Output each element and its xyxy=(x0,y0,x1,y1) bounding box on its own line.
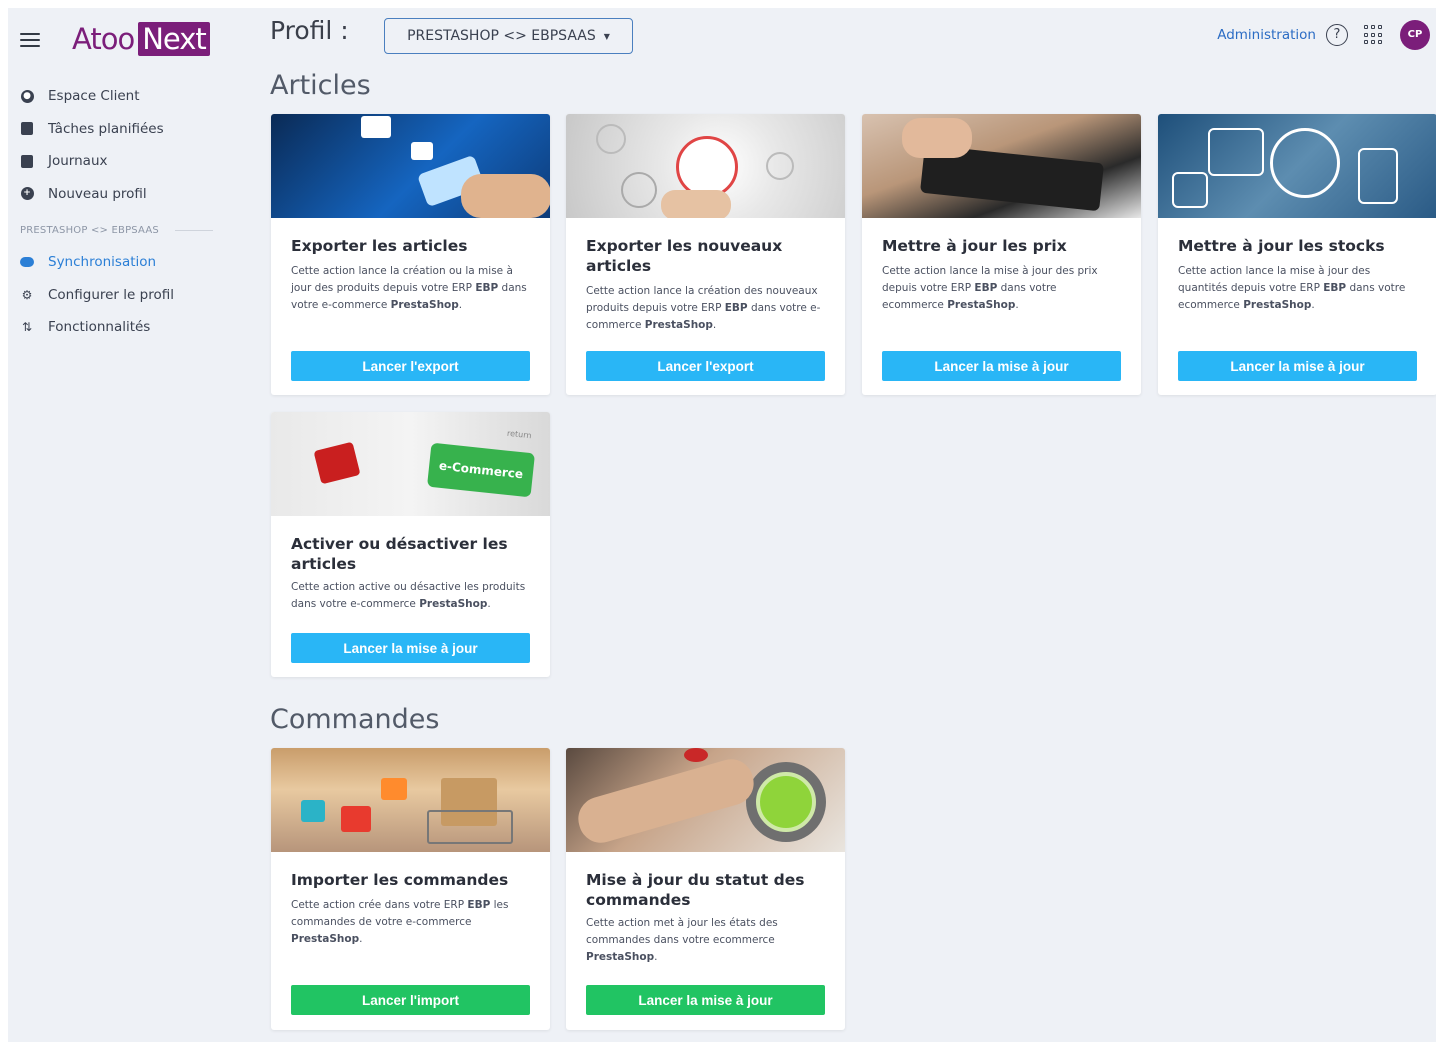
card-import-orders: Importer les commandes Cette action crée… xyxy=(271,748,550,1030)
caret-down-icon: ▼ xyxy=(603,31,610,41)
sort-arrows-icon: ⇅ xyxy=(21,320,33,335)
section-title-commandes: Commandes xyxy=(270,704,440,735)
sidebar-item-label: Fonctionnalités xyxy=(48,319,151,336)
card-export-articles: Exporter les articles Cette action lance… xyxy=(271,114,550,395)
sidebar-nav: ● Espace Client Tâches planifiées Journa… xyxy=(20,80,240,344)
sync-hexagon-illustration xyxy=(1158,114,1436,218)
sidebar-item-label: Synchronisation xyxy=(48,254,157,271)
card-description: Cette action met à jour les états des co… xyxy=(586,917,778,963)
return-key-label: return xyxy=(506,428,532,441)
atoo-next-logo[interactable]: Atoo Next xyxy=(72,22,210,56)
sidebar-item-label: Espace Client xyxy=(48,88,140,105)
sidebar-item-nouveau-profil[interactable]: + Nouveau profil xyxy=(20,178,240,211)
sidebar-item-espace-client[interactable]: ● Espace Client xyxy=(20,80,240,113)
sidebar-section-header: PRESTASHOP <> EBPSAAS xyxy=(20,216,240,244)
user-circle-icon: ● xyxy=(20,89,34,103)
launch-update-button[interactable]: Lancer la mise à jour xyxy=(586,985,825,1015)
launch-update-button[interactable]: Lancer la mise à jour xyxy=(882,351,1121,381)
ecommerce-key: e-Commerce xyxy=(426,442,536,498)
card-description: Cette action lance la mise à jour des pr… xyxy=(882,265,1098,311)
card-update-prices: Mettre à jour les prix Cette action lanc… xyxy=(862,114,1141,395)
card-title: Exporter les articles xyxy=(291,237,468,255)
calculator-illustration xyxy=(862,114,1141,218)
card-title: Mettre à jour les prix xyxy=(882,237,1067,255)
launch-update-button[interactable]: Lancer la mise à jour xyxy=(1178,351,1417,381)
sidebar-item-synchronisation[interactable]: Synchronisation xyxy=(20,246,240,279)
profile-select-value: PRESTASHOP <> EBPSAAS xyxy=(407,28,596,44)
sidebar-item-configurer-profil[interactable]: ⚙ Configurer le profil xyxy=(20,279,240,312)
profile-select[interactable]: PRESTASHOP <> EBPSAAS ▼ xyxy=(384,18,633,54)
ecommerce-keyboard-illustration: e-Commerce return xyxy=(271,412,550,516)
sidebar-item-fonctionnalites[interactable]: ⇅ Fonctionnalités xyxy=(20,311,240,344)
sidebar: Atoo Next ● Espace Client Tâches planifi… xyxy=(8,8,248,1042)
card-title: Mise à jour du statut des commandes xyxy=(586,871,805,909)
avatar[interactable]: CP xyxy=(1400,20,1430,50)
card-title: Activer ou désactiver les articles xyxy=(291,535,508,573)
logo-text-atoo: Atoo xyxy=(72,22,135,56)
top-right-toolbar: Administration ? CP xyxy=(1217,20,1430,50)
brand-bar: Atoo Next xyxy=(20,22,210,56)
shopping-cart-network-illustration xyxy=(566,114,845,218)
menu-icon[interactable] xyxy=(20,31,42,47)
card-update-order-status: Mise à jour du statut des commandes Cett… xyxy=(566,748,845,1030)
calendar-check-icon xyxy=(20,122,34,136)
cloud-icon xyxy=(20,255,34,269)
file-log-icon xyxy=(20,154,34,168)
plus-circle-icon: + xyxy=(20,187,34,201)
logo-text-next: Next xyxy=(138,22,210,56)
shopping-phone-illustration xyxy=(271,114,550,218)
shopping-cart-boxes-illustration xyxy=(271,748,550,852)
launch-import-button[interactable]: Lancer l'import xyxy=(291,985,530,1015)
profil-label: Profil : xyxy=(270,16,349,45)
card-description: Cette action active ou désactive les pro… xyxy=(291,581,526,610)
sidebar-item-taches-planifiees[interactable]: Tâches planifiées xyxy=(20,113,240,146)
sidebar-item-label: Journaux xyxy=(48,153,108,170)
sidebar-item-journaux[interactable]: Journaux xyxy=(20,145,240,178)
card-title: Mettre à jour les stocks xyxy=(1178,237,1385,255)
sidebar-section-label: PRESTASHOP <> EBPSAAS xyxy=(20,224,159,236)
administration-link[interactable]: Administration xyxy=(1217,27,1316,43)
card-title: Exporter les nouveaux articles xyxy=(586,237,783,275)
launch-update-button[interactable]: Lancer la mise à jour xyxy=(291,633,530,663)
green-check-button-illustration xyxy=(566,748,845,852)
help-icon[interactable]: ? xyxy=(1326,24,1348,46)
sidebar-item-label: Tâches planifiées xyxy=(48,120,164,137)
sidebar-item-label: Nouveau profil xyxy=(48,185,147,202)
card-description: Cette action lance la création ou la mis… xyxy=(291,265,527,311)
card-export-new-articles: Exporter les nouveaux articles Cette act… xyxy=(566,114,845,395)
gears-icon: ⚙ xyxy=(21,287,33,302)
card-description: Cette action crée dans votre ERP EBP les… xyxy=(291,899,509,945)
section-divider xyxy=(174,229,213,231)
card-update-stocks: Mettre à jour les stocks Cette action la… xyxy=(1158,114,1436,395)
section-title-articles: Articles xyxy=(270,70,371,101)
card-toggle-articles: e-Commerce return Activer ou désactiver … xyxy=(271,412,550,677)
card-title: Importer les commandes xyxy=(291,871,509,889)
launch-export-button[interactable]: Lancer l'export xyxy=(291,351,530,381)
card-description: Cette action lance la création des nouve… xyxy=(586,285,821,331)
card-description: Cette action lance la mise à jour des qu… xyxy=(1178,265,1406,311)
apps-grid-icon[interactable] xyxy=(1364,25,1384,45)
sidebar-item-label: Configurer le profil xyxy=(48,286,174,303)
launch-export-button[interactable]: Lancer l'export xyxy=(586,351,825,381)
